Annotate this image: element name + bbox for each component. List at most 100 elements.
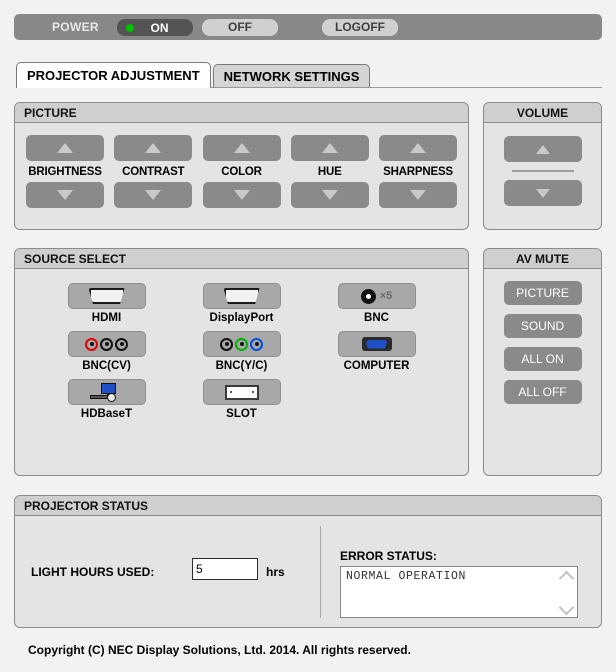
triangle-up-icon bbox=[145, 143, 162, 153]
source-select-panel: SOURCE SELECT HDMI DisplayPort ×5 BNC BN… bbox=[14, 248, 469, 476]
source-label-bnc: BNC bbox=[364, 312, 389, 324]
source-button-hdbaset[interactable] bbox=[67, 379, 146, 405]
contrast-up-button[interactable] bbox=[114, 135, 193, 161]
hue-up-button[interactable] bbox=[290, 135, 369, 161]
source-item-bnc-yc: BNC(Y/C) bbox=[174, 331, 309, 372]
power-on-label: ON bbox=[150, 20, 169, 35]
error-status-textarea[interactable]: NORMAL OPERATION bbox=[340, 566, 578, 618]
error-status-label: ERROR STATUS: bbox=[340, 549, 437, 563]
source-item-computer: COMPUTER bbox=[309, 331, 444, 372]
av-mute-panel: AV MUTE PICTURE SOUND ALL ON ALL OFF bbox=[483, 248, 602, 476]
chevron-up-icon[interactable] bbox=[558, 570, 574, 587]
logoff-button[interactable]: LOGOFF bbox=[322, 19, 398, 36]
picture-control-color: COLOR bbox=[202, 135, 281, 208]
vga-connector-inner bbox=[365, 339, 388, 349]
source-button-bnc-yc[interactable] bbox=[202, 331, 281, 357]
volume-panel-title: VOLUME bbox=[484, 103, 601, 123]
hdbaset-plug-glyph bbox=[106, 393, 116, 402]
source-label-slot: SLOT bbox=[226, 408, 257, 420]
brightness-down-button[interactable] bbox=[26, 182, 104, 208]
av-mute-panel-title: AV MUTE bbox=[484, 249, 601, 269]
slot-dot-left bbox=[229, 391, 232, 393]
picture-panel-title: PICTURE bbox=[15, 103, 468, 123]
error-status-scrollbar[interactable] bbox=[558, 570, 574, 616]
power-led-icon bbox=[126, 23, 134, 32]
light-hours-section: LIGHT HOURS USED: 5 hrs bbox=[15, 516, 320, 626]
bnc-cv-triple-connector-icon bbox=[85, 337, 128, 351]
volume-up-button[interactable] bbox=[503, 136, 582, 162]
bnc-circle-black-icon bbox=[100, 337, 113, 351]
sharpness-label: SHARPNESS bbox=[383, 166, 453, 178]
av-mute-all-on-button[interactable]: ALL ON bbox=[503, 347, 582, 371]
error-status-text: NORMAL OPERATION bbox=[346, 570, 467, 583]
tab-projector-adjustment[interactable]: PROJECTOR ADJUSTMENT bbox=[16, 62, 211, 88]
hdmi-port-icon bbox=[88, 288, 125, 304]
picture-control-hue: HUE bbox=[290, 135, 369, 208]
bnc-circle-black-icon bbox=[220, 337, 233, 351]
triangle-down-icon bbox=[233, 190, 250, 200]
triangle-down-icon bbox=[145, 190, 162, 200]
source-item-displayport: DisplayPort bbox=[174, 283, 309, 324]
source-button-computer[interactable] bbox=[337, 331, 416, 357]
source-button-slot[interactable] bbox=[202, 379, 281, 405]
sharpness-down-button[interactable] bbox=[379, 182, 457, 208]
source-button-hdmi[interactable] bbox=[67, 283, 146, 309]
tab-bar: PROJECTOR ADJUSTMENT NETWORK SETTINGS bbox=[16, 62, 371, 88]
power-bar: POWER ON OFF LOGOFF bbox=[14, 14, 602, 40]
bnc-circle-black-icon bbox=[115, 337, 128, 351]
triangle-down-icon bbox=[57, 190, 73, 200]
source-item-hdbaset: HDBaseT bbox=[39, 379, 174, 420]
volume-controls bbox=[484, 123, 601, 206]
bnc-circle-blue-icon bbox=[250, 337, 263, 351]
brightness-up-button[interactable] bbox=[26, 135, 104, 161]
slot-dot-right bbox=[251, 391, 254, 393]
vga-connector-icon bbox=[361, 337, 392, 351]
projector-status-panel-title: PROJECTOR STATUS bbox=[15, 496, 601, 516]
chevron-down-icon[interactable] bbox=[558, 599, 574, 616]
bnc-connector-glyph bbox=[360, 288, 376, 304]
picture-controls-grid: BRIGHTNESS CONTRAST COLOR HUE SHARPNESS bbox=[15, 123, 468, 208]
projector-status-body: LIGHT HOURS USED: 5 hrs ERROR STATUS: NO… bbox=[15, 516, 601, 626]
triangle-down-icon bbox=[535, 188, 550, 198]
bnc-yc-triple-connector-icon bbox=[220, 337, 263, 351]
av-mute-buttons: PICTURE SOUND ALL ON ALL OFF bbox=[484, 269, 601, 404]
source-button-displayport[interactable] bbox=[202, 283, 281, 309]
source-label-bnc-yc: BNC(Y/C) bbox=[215, 360, 268, 372]
contrast-down-button[interactable] bbox=[114, 182, 193, 208]
source-button-bnc[interactable]: ×5 bbox=[337, 283, 416, 309]
power-label: POWER bbox=[52, 20, 99, 34]
av-mute-all-off-button[interactable]: ALL OFF bbox=[503, 380, 582, 404]
color-label: COLOR bbox=[221, 166, 262, 178]
light-hours-input[interactable]: 5 bbox=[192, 558, 258, 580]
triangle-up-icon bbox=[410, 143, 426, 153]
source-item-hdmi: HDMI bbox=[39, 283, 174, 324]
light-hours-label: LIGHT HOURS USED: bbox=[31, 565, 155, 579]
av-mute-picture-button[interactable]: PICTURE bbox=[503, 281, 582, 305]
light-hours-unit: hrs bbox=[266, 565, 285, 579]
brightness-label: BRIGHTNESS bbox=[28, 166, 102, 178]
hue-label: HUE bbox=[317, 166, 342, 178]
bnc-circle-green-icon bbox=[235, 337, 248, 351]
color-down-button[interactable] bbox=[202, 182, 281, 208]
picture-control-sharpness: SHARPNESS bbox=[379, 135, 457, 208]
tab-network-settings[interactable]: NETWORK SETTINGS bbox=[212, 64, 371, 88]
triangle-down-icon bbox=[410, 190, 426, 200]
bnc-connector-icon: ×5 bbox=[360, 288, 393, 304]
bnc-count-label: ×5 bbox=[379, 290, 393, 302]
power-on-button[interactable]: ON bbox=[117, 19, 193, 36]
picture-control-brightness: BRIGHTNESS bbox=[26, 135, 104, 208]
source-button-bnc-cv[interactable] bbox=[67, 331, 146, 357]
triangle-down-icon bbox=[321, 190, 338, 200]
power-off-button[interactable]: OFF bbox=[202, 19, 278, 36]
hdbaset-cable-glyph bbox=[89, 395, 108, 399]
hdbaset-monitor-glyph bbox=[100, 383, 116, 394]
hue-down-button[interactable] bbox=[290, 182, 369, 208]
source-item-bnc: ×5 BNC bbox=[309, 283, 444, 324]
sharpness-up-button[interactable] bbox=[379, 135, 457, 161]
copyright-footer: Copyright (C) NEC Display Solutions, Ltd… bbox=[28, 643, 411, 657]
source-item-slot: SLOT bbox=[174, 379, 309, 420]
av-mute-sound-button[interactable]: SOUND bbox=[503, 314, 582, 338]
volume-down-button[interactable] bbox=[503, 180, 582, 206]
triangle-up-icon bbox=[535, 144, 550, 154]
color-up-button[interactable] bbox=[202, 135, 281, 161]
